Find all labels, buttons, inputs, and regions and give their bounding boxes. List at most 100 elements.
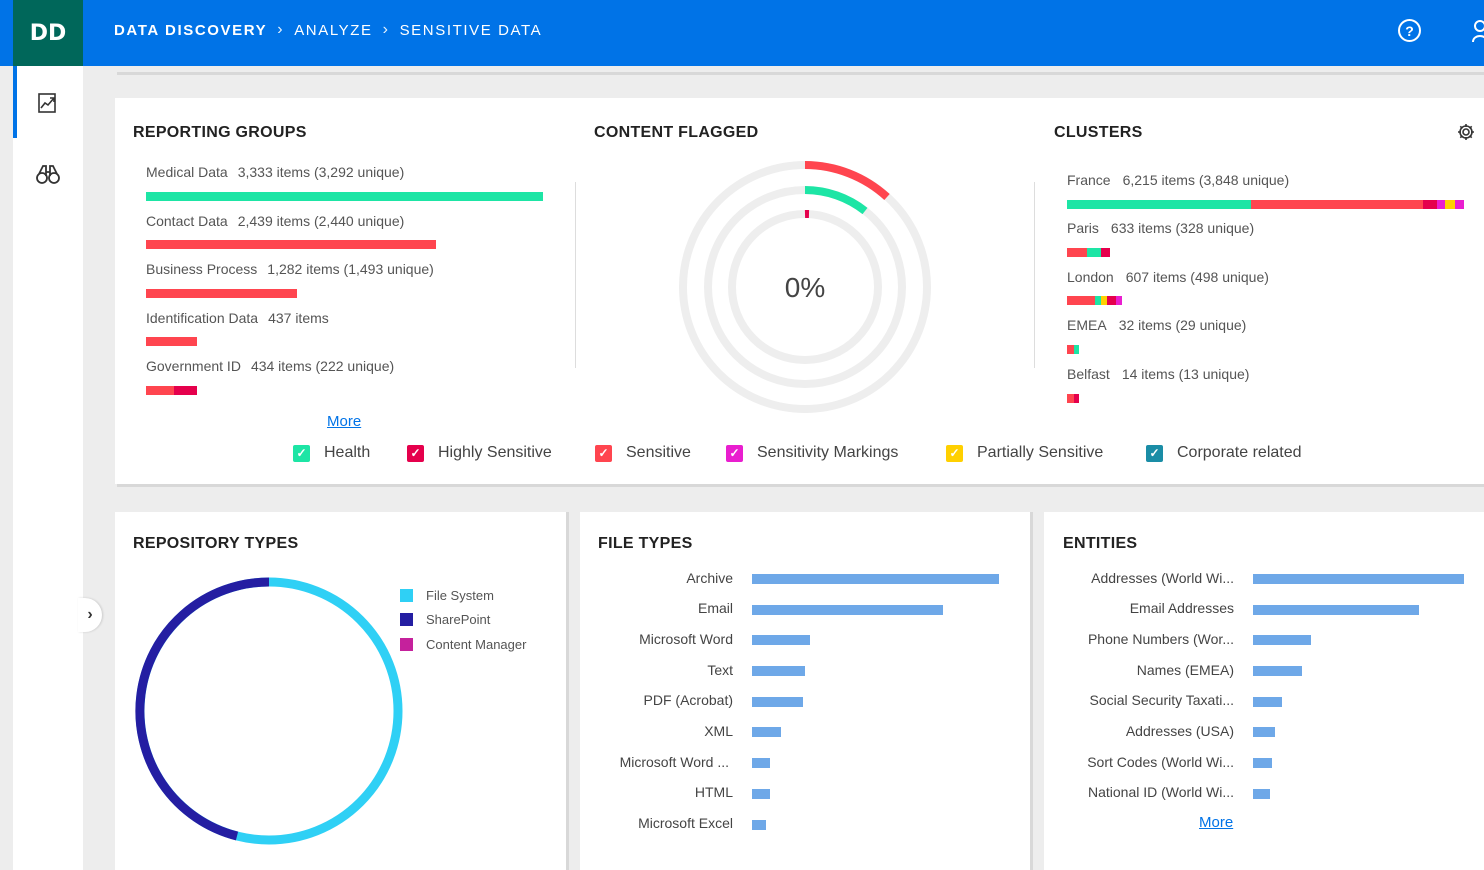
file-type-bar[interactable] — [752, 789, 770, 799]
cluster-item[interactable]: London 607 items (498 unique) — [1067, 269, 1269, 285]
file-type-bar[interactable] — [752, 635, 810, 645]
legend-sensitive[interactable]: ✓ Sensitive — [595, 444, 691, 462]
file-type-label: Archive — [686, 570, 733, 586]
reporting-groups-more-link[interactable]: More — [327, 413, 361, 430]
entity-bar[interactable] — [1253, 789, 1270, 799]
entity-bar[interactable] — [1253, 635, 1311, 645]
flagged-arc-middle — [804, 186, 868, 215]
reporting-group-item[interactable]: Contact Data 2,439 items (2,440 unique) — [146, 213, 404, 229]
divider — [1034, 182, 1035, 368]
reporting-group-bar[interactable] — [146, 192, 543, 201]
active-indicator — [13, 66, 17, 138]
user-icon[interactable] — [1472, 18, 1484, 44]
repo-legend-file-system[interactable]: File System — [400, 588, 494, 603]
gear-icon[interactable] — [1456, 122, 1476, 142]
binoculars-icon[interactable] — [35, 162, 61, 188]
repository-types-donut[interactable] — [130, 573, 410, 853]
entity-label: Social Security Taxati... — [1089, 692, 1234, 708]
file-type-label: HTML — [694, 784, 733, 800]
checkbox-icon: ✓ — [595, 444, 612, 462]
repository-types-title: REPOSITORY TYPES — [133, 535, 299, 552]
file-type-label: Microsoft Word ... — [619, 754, 729, 770]
entity-bar[interactable] — [1253, 758, 1272, 768]
legend-highly-sensitive[interactable]: ✓ Highly Sensitive — [407, 444, 552, 462]
file-type-bar[interactable] — [752, 758, 770, 768]
file-type-bar[interactable] — [752, 666, 805, 676]
file-types-title: FILE TYPES — [598, 535, 693, 552]
divider — [575, 182, 576, 368]
breadcrumb-data-discovery[interactable]: DATA DISCOVERY — [114, 22, 267, 39]
file-type-label: Microsoft Excel — [638, 815, 733, 831]
cluster-bar[interactable] — [1067, 296, 1122, 305]
reporting-group-item[interactable]: Business Process 1,282 items (1,493 uniqu… — [146, 261, 434, 277]
cluster-bar[interactable] — [1067, 248, 1110, 257]
breadcrumb: DATA DISCOVERY › ANALYZE › SENSITIVE DAT… — [114, 0, 542, 60]
entity-label: Email Addresses — [1129, 600, 1234, 616]
checkbox-icon: ✓ — [407, 444, 424, 462]
checkbox-icon: ✓ — [293, 444, 310, 462]
entity-label: Addresses (USA) — [1125, 723, 1234, 739]
file-type-bar[interactable] — [752, 605, 943, 615]
trend-report-icon[interactable] — [35, 90, 61, 116]
checkbox-icon: ✓ — [946, 444, 963, 462]
repo-legend-sharepoint[interactable]: SharePoint — [400, 612, 490, 627]
cluster-item[interactable]: Belfast 14 items (13 unique) — [1067, 366, 1249, 382]
file-type-bar[interactable] — [752, 727, 781, 737]
entity-bar[interactable] — [1253, 605, 1419, 615]
content-flagged-value: 0% — [784, 272, 826, 303]
donut-segment-sharepoint — [135, 577, 270, 841]
breadcrumb-sensitive-data: SENSITIVE DATA — [399, 21, 543, 39]
reporting-groups-title: REPORTING GROUPS — [133, 124, 307, 141]
file-type-label: Text — [707, 662, 733, 678]
entity-label: Phone Numbers (Wor... — [1087, 631, 1234, 647]
legend-sensitivity-markings[interactable]: ✓ Sensitivity Markings — [726, 444, 898, 462]
reporting-group-bar[interactable] — [146, 240, 436, 249]
entity-bar[interactable] — [1253, 727, 1275, 737]
entity-label: Names (EMEA) — [1136, 662, 1234, 678]
reporting-group-bar[interactable] — [146, 289, 297, 298]
checkbox-icon: ✓ — [1146, 444, 1163, 462]
file-type-bar[interactable] — [752, 574, 999, 584]
repo-legend-content-manager[interactable]: Content Manager — [400, 637, 526, 652]
divider — [1030, 512, 1033, 870]
cluster-item[interactable]: Paris 633 items (328 unique) — [1067, 220, 1254, 236]
divider — [117, 484, 1484, 487]
legend-partially-sensitive[interactable]: ✓ Partially Sensitive — [946, 444, 1103, 462]
legend-health[interactable]: ✓ Health — [293, 444, 370, 462]
clusters-title: CLUSTERS — [1054, 124, 1143, 141]
entities-more-link[interactable]: More — [1199, 814, 1233, 831]
chevron-right-icon: › — [277, 21, 285, 38]
cluster-bar[interactable] — [1067, 200, 1464, 209]
reporting-group-bar[interactable] — [146, 386, 197, 395]
expand-sidebar-button[interactable]: › — [78, 598, 102, 632]
entity-bar[interactable] — [1253, 697, 1282, 707]
entity-label: National ID (World Wi... — [1088, 784, 1234, 800]
file-type-label: Microsoft Word — [639, 631, 733, 647]
left-rail — [13, 66, 83, 870]
entity-label: Sort Codes (World Wi... — [1087, 754, 1234, 770]
file-type-label: XML — [704, 723, 733, 739]
entity-bar[interactable] — [1253, 666, 1302, 676]
reporting-group-item[interactable]: Medical Data 3,333 items (3,292 unique) — [146, 164, 404, 180]
reporting-group-item[interactable]: Identification Data 437 items — [146, 310, 329, 326]
legend-corporate-related[interactable]: ✓ Corporate related — [1146, 444, 1302, 462]
file-type-bar[interactable] — [752, 697, 803, 707]
file-type-label: Email — [697, 600, 733, 616]
entity-bar[interactable] — [1253, 574, 1464, 584]
checkbox-icon: ✓ — [726, 444, 743, 462]
entities-panel — [1044, 512, 1484, 870]
app-logo[interactable]: DD — [13, 0, 83, 66]
entities-title: ENTITIES — [1063, 535, 1138, 552]
help-icon[interactable]: ? — [1398, 19, 1421, 42]
breadcrumb-analyze[interactable]: ANALYZE — [294, 22, 372, 39]
reporting-group-bar[interactable] — [146, 337, 197, 346]
file-type-bar[interactable] — [752, 820, 766, 830]
reporting-group-item[interactable]: Government ID 434 items (222 unique) — [146, 358, 394, 374]
cluster-item[interactable]: EMEA 32 items (29 unique) — [1067, 317, 1246, 333]
cluster-item[interactable]: France 6,215 items (3,848 unique) — [1067, 172, 1289, 188]
file-type-label: PDF (Acrobat) — [643, 692, 733, 708]
cluster-bar[interactable] — [1067, 394, 1079, 403]
cluster-bar[interactable] — [1067, 345, 1079, 354]
divider — [117, 72, 1484, 75]
content-flagged-title: CONTENT FLAGGED — [594, 124, 759, 141]
